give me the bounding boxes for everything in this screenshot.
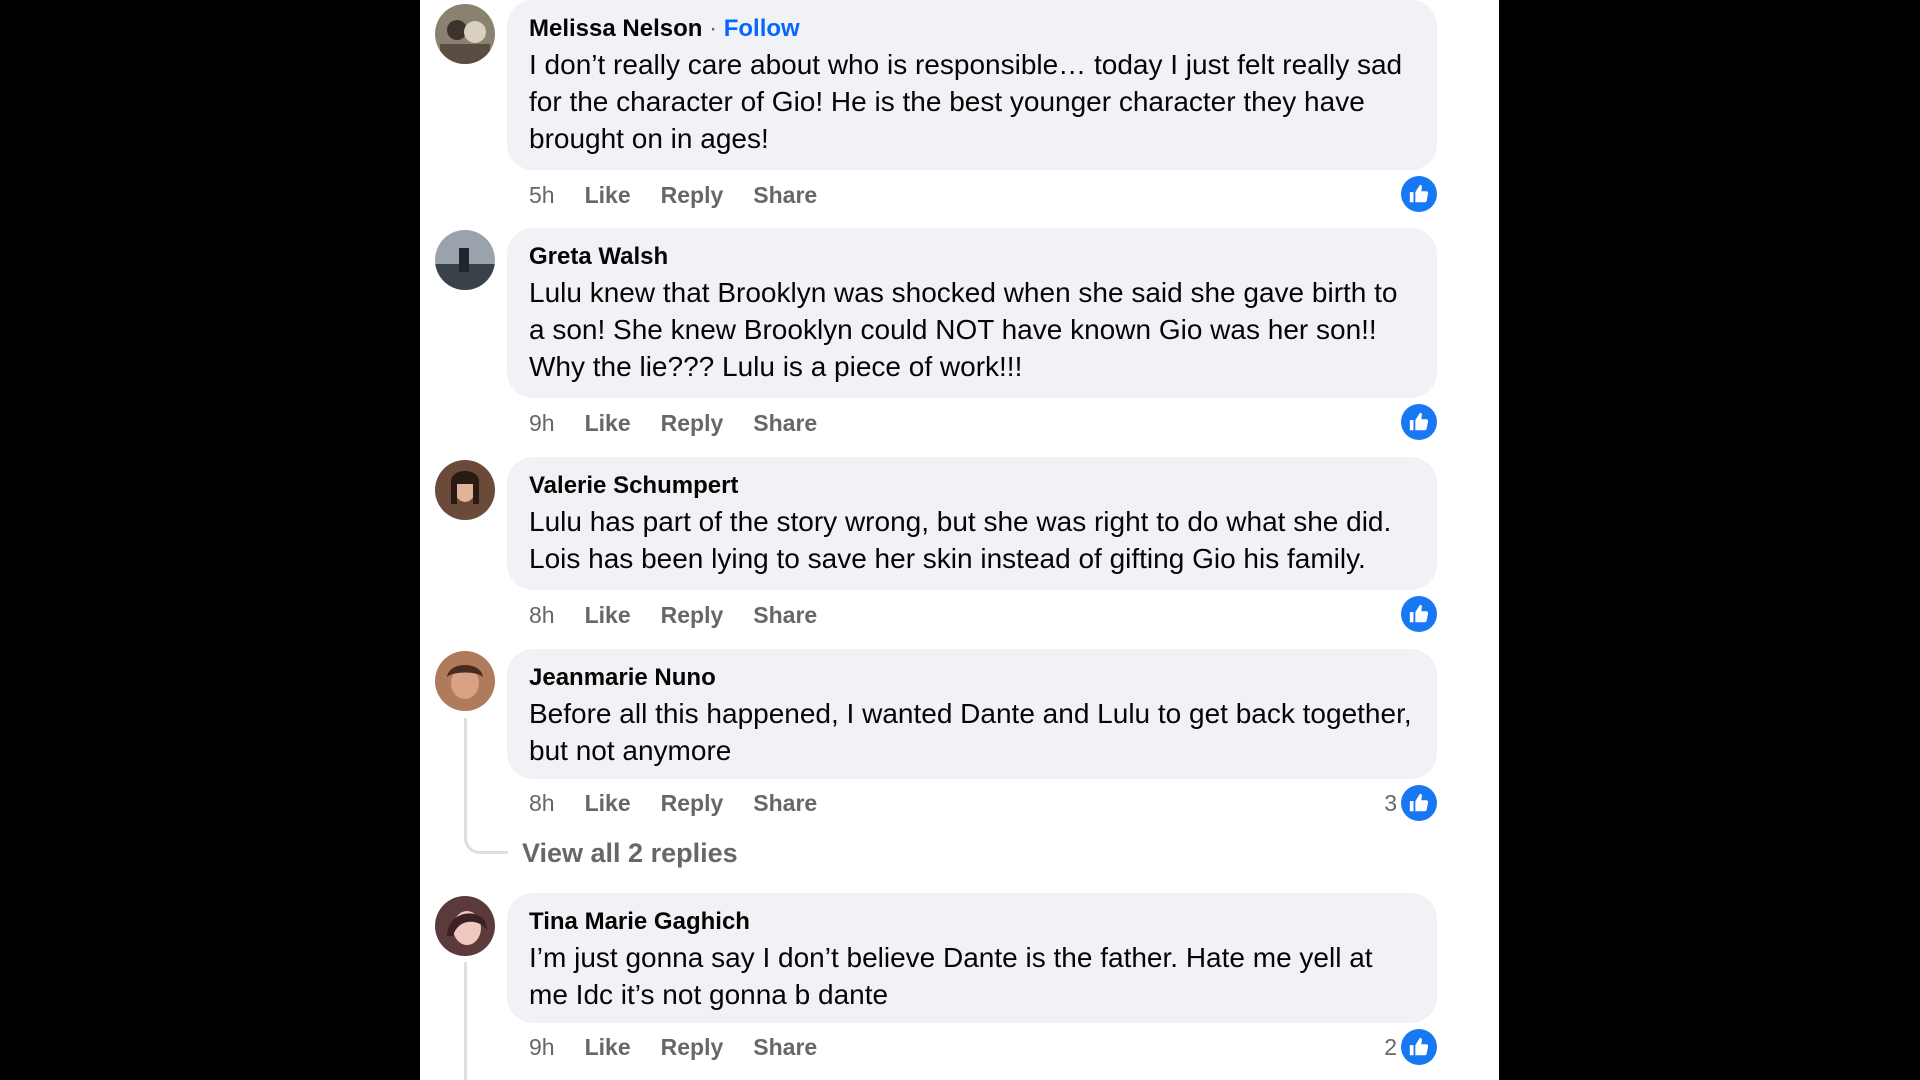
thread-connector	[464, 824, 508, 854]
reply-button[interactable]: Reply	[661, 1034, 724, 1061]
thread-line	[464, 718, 467, 824]
comment-timestamp[interactable]: 8h	[529, 602, 555, 629]
comment-bubble: Jeanmarie Nuno Before all this happened,…	[507, 649, 1437, 779]
comment-author[interactable]: Greta Walsh	[529, 242, 1415, 272]
comment-author[interactable]: Tina Marie Gaghich	[529, 907, 1415, 937]
reaction-count: 2	[1384, 1033, 1397, 1060]
share-button[interactable]: Share	[753, 790, 817, 817]
reaction-summary[interactable]: 3	[1384, 785, 1437, 821]
share-button[interactable]: Share	[753, 1034, 817, 1061]
thumbs-up-icon	[1401, 404, 1437, 440]
thumbs-up-icon	[1401, 785, 1437, 821]
like-button[interactable]: Like	[585, 790, 631, 817]
comment-actions: 8h Like Reply Share	[529, 600, 847, 630]
comment-timestamp[interactable]: 9h	[529, 410, 555, 437]
share-button[interactable]: Share	[753, 182, 817, 209]
thumbs-up-icon	[1401, 596, 1437, 632]
view-replies-link[interactable]: View all 2 replies	[522, 838, 738, 869]
reply-button[interactable]: Reply	[661, 182, 724, 209]
comment-text: I’m just gonna say I don’t believe Dante…	[529, 942, 1373, 1010]
comment-author[interactable]: Jeanmarie Nuno	[529, 663, 1415, 693]
comment-text: Lulu has part of the story wrong, but sh…	[529, 506, 1392, 574]
share-button[interactable]: Share	[753, 602, 817, 629]
avatar[interactable]	[435, 230, 495, 290]
avatar[interactable]	[435, 460, 495, 520]
comment-timestamp[interactable]: 9h	[529, 1034, 555, 1061]
reaction-summary[interactable]	[1401, 176, 1437, 212]
thumbs-up-icon	[1401, 176, 1437, 212]
comment-actions: 9h Like Reply Share	[529, 408, 847, 438]
comment-actions: 5h Like Reply Share	[529, 180, 847, 210]
comment-timestamp[interactable]: 8h	[529, 790, 555, 817]
follow-button[interactable]: Follow	[724, 15, 800, 42]
avatar[interactable]	[435, 4, 495, 64]
thread-line	[464, 962, 467, 1080]
comment-author[interactable]: Melissa Nelson · Follow	[529, 14, 1415, 44]
like-button[interactable]: Like	[585, 182, 631, 209]
comment-text: Before all this happened, I wanted Dante…	[529, 698, 1412, 766]
like-button[interactable]: Like	[585, 602, 631, 629]
reaction-count: 3	[1384, 789, 1397, 816]
avatar[interactable]	[435, 896, 495, 956]
comment-actions: 8h Like Reply Share	[529, 788, 847, 818]
comment-timestamp[interactable]: 5h	[529, 182, 555, 209]
like-button[interactable]: Like	[585, 410, 631, 437]
comment-text: Lulu knew that Brooklyn was shocked when…	[529, 277, 1398, 382]
share-button[interactable]: Share	[753, 410, 817, 437]
comment-bubble: Valerie Schumpert Lulu has part of the s…	[507, 457, 1437, 590]
comment-text: I don’t really care about who is respons…	[529, 49, 1403, 154]
comment-actions: 9h Like Reply Share	[529, 1032, 847, 1062]
comment-bubble: Greta Walsh Lulu knew that Brooklyn was …	[507, 228, 1437, 398]
reply-button[interactable]: Reply	[661, 410, 724, 437]
avatar[interactable]	[435, 651, 495, 711]
screen: Melissa Nelson · Follow I don’t really c…	[0, 0, 1920, 1080]
like-button[interactable]: Like	[585, 1034, 631, 1061]
reply-button[interactable]: Reply	[661, 790, 724, 817]
reaction-summary[interactable]	[1401, 404, 1437, 440]
comment-bubble: Tina Marie Gaghich I’m just gonna say I …	[507, 893, 1437, 1023]
comments-panel: Melissa Nelson · Follow I don’t really c…	[420, 0, 1499, 1080]
comment-author[interactable]: Valerie Schumpert	[529, 471, 1415, 501]
reaction-summary[interactable]: 2	[1384, 1029, 1437, 1065]
thumbs-up-icon	[1401, 1029, 1437, 1065]
reply-button[interactable]: Reply	[661, 602, 724, 629]
comment-bubble: Melissa Nelson · Follow I don’t really c…	[507, 0, 1437, 170]
reaction-summary[interactable]	[1401, 596, 1437, 632]
